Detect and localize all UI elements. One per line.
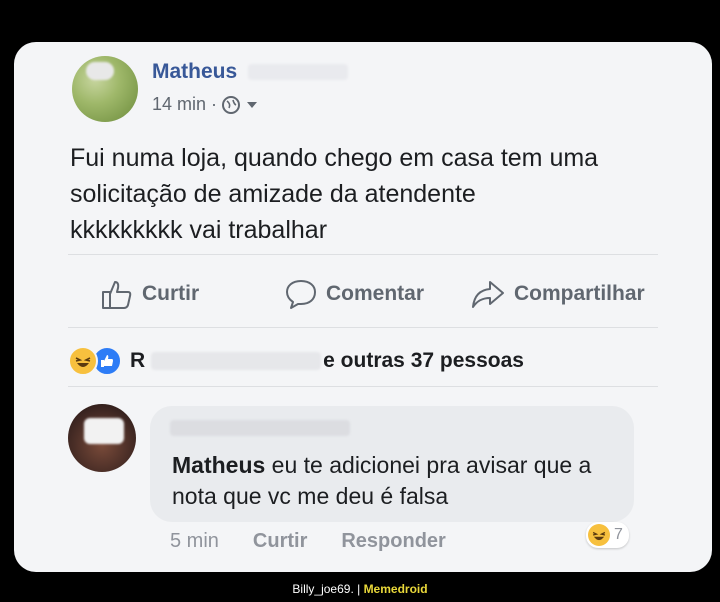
reactions-summary[interactable]: R e outras 37 pessoas	[68, 346, 524, 376]
comment-like-button[interactable]: Curtir	[253, 530, 307, 553]
comment-bubble: Matheus eu te adicionei pra avisar que a…	[150, 406, 634, 522]
share-icon	[472, 281, 504, 308]
haha-reaction-icon	[588, 524, 610, 546]
watermark-user: Billy_joe69. |	[292, 582, 364, 596]
divider	[68, 327, 658, 328]
blurred-surname	[248, 64, 348, 80]
comment-reaction-count: 7	[614, 526, 623, 543]
comment-icon	[286, 280, 316, 309]
like-label: Curtir	[142, 282, 200, 305]
author-name[interactable]: Matheus	[152, 60, 237, 84]
like-button[interactable]: Curtir	[100, 278, 199, 310]
thumbs-up-icon	[102, 281, 132, 309]
comment-reply-button[interactable]: Responder	[341, 530, 445, 553]
comment-label: Comentar	[326, 282, 425, 305]
haha-reaction-icon	[68, 346, 98, 376]
share-label: Compartilhar	[514, 282, 645, 305]
comment-time[interactable]: 5 min	[170, 530, 219, 553]
author-avatar[interactable]	[72, 56, 138, 122]
commenter-avatar[interactable]	[68, 404, 136, 472]
globe-icon	[222, 95, 241, 114]
post-text: Fui numa loja, quando chego em casa tem …	[70, 144, 599, 244]
divider	[68, 254, 658, 255]
reactor-name-initial: R	[130, 349, 146, 372]
post-meta: 14 min ·	[152, 94, 259, 115]
reactions-count-text: e outras 37 pessoas	[323, 349, 524, 372]
comment-reactions[interactable]: 7	[586, 522, 629, 548]
comment-button[interactable]: Comentar	[284, 278, 424, 310]
watermark-brand: Memedroid	[363, 582, 428, 596]
blurred-reactor-name	[151, 352, 322, 370]
watermark: Billy_joe69. | Memedroid	[0, 582, 720, 596]
blurred-commenter-name[interactable]	[170, 420, 350, 436]
comment-actions: 5 min Curtir Responder	[170, 530, 446, 553]
divider	[68, 386, 658, 387]
comment-text: Matheus eu te adicionei pra avisar que a…	[172, 450, 612, 512]
share-button[interactable]: Compartilhar	[470, 278, 645, 310]
post-time[interactable]: 14 min ·	[152, 94, 217, 115]
comment-mention[interactable]: Matheus	[172, 452, 265, 478]
chevron-down-icon[interactable]	[245, 98, 259, 112]
